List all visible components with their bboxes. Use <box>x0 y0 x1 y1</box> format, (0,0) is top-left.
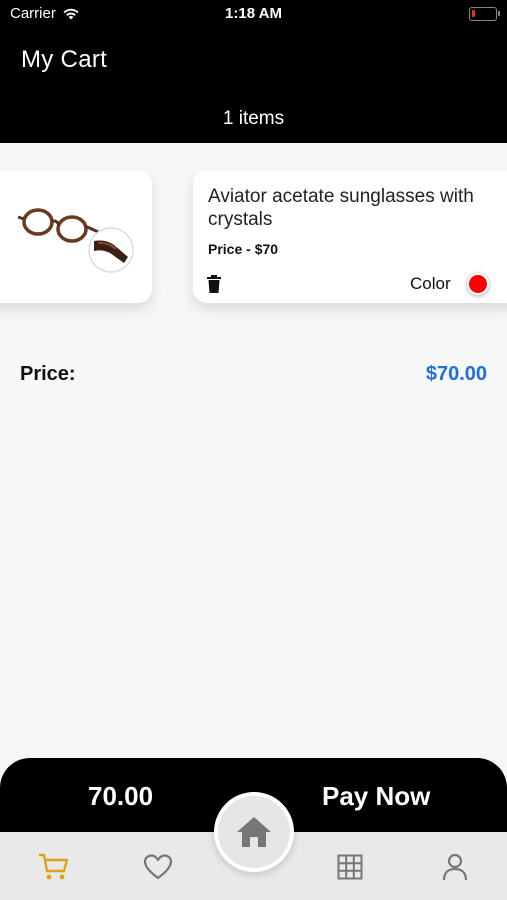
status-bar: Carrier 1:18 AM <box>0 0 507 30</box>
product-price: Price - $70 <box>208 241 279 257</box>
battery-icon <box>469 7 500 21</box>
heart-icon <box>143 854 173 880</box>
clock: 1:18 AM <box>225 5 282 22</box>
nav-cart[interactable] <box>37 850 71 884</box>
user-icon <box>442 853 468 881</box>
color-swatch[interactable] <box>467 273 489 295</box>
items-count: 1 items <box>222 108 285 129</box>
nav-favorites[interactable] <box>141 850 175 884</box>
cart-item-card[interactable]: Aviator acetate sunglasses with crystals… <box>193 170 507 303</box>
grid-icon <box>337 854 363 880</box>
battery-level <box>472 10 475 17</box>
product-name[interactable]: Aviator acetate sunglasses with crystals <box>208 185 507 231</box>
price-value: $70.00 <box>425 363 487 385</box>
nav-catalog[interactable] <box>333 850 367 884</box>
page-title: My Cart <box>21 46 108 73</box>
home-icon <box>237 817 271 847</box>
color-label: Color <box>410 274 451 293</box>
product-image-card[interactable] <box>0 170 152 303</box>
nav-profile[interactable] <box>438 850 472 884</box>
trash-icon[interactable] <box>207 275 221 293</box>
pay-now-button[interactable]: Pay Now <box>322 781 430 812</box>
cart-icon <box>38 853 69 880</box>
price-label: Price: <box>20 363 76 385</box>
glasses-image <box>17 208 134 273</box>
header: My Cart 1 items <box>0 30 507 143</box>
total-amount: 70.00 <box>88 781 154 811</box>
home-button[interactable] <box>214 792 294 872</box>
